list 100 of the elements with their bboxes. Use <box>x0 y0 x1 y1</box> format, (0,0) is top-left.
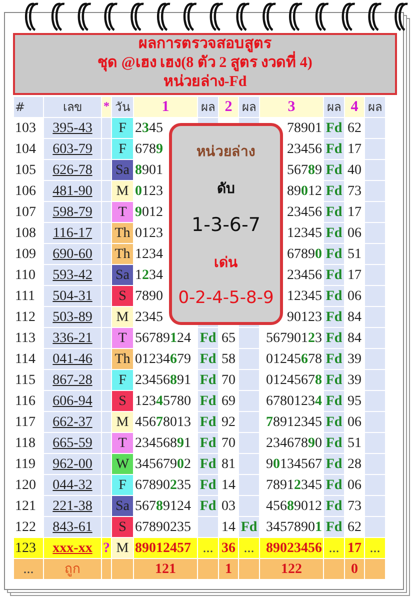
table-cell: F <box>112 370 134 390</box>
table-cell: ... <box>238 538 260 558</box>
table-cell: Fd <box>324 160 344 180</box>
table-cell: 843-61 <box>44 516 102 538</box>
table-cell: 593-42 <box>44 264 102 286</box>
table-cell: Fd <box>198 348 218 370</box>
table-cell: Fd <box>198 496 218 516</box>
table-cell: 221-38 <box>44 496 102 516</box>
column-header: 2 <box>218 96 238 118</box>
table-cell: Fd <box>324 306 344 328</box>
table-cell: Fd <box>238 516 260 538</box>
table-cell: Fd <box>198 432 218 454</box>
table-cell: M <box>112 180 134 202</box>
table-cell: W <box>112 454 134 474</box>
table-cell: Fd <box>324 264 344 286</box>
table-cell: M <box>112 412 134 432</box>
table-cell: Fd <box>324 390 344 412</box>
table-cell: 503-89 <box>44 306 102 328</box>
column-header: ผล <box>238 96 260 118</box>
table-cell: xxx-xx <box>44 538 102 558</box>
table-cell: 041-46 <box>44 348 102 370</box>
table-cell: Fd <box>324 516 344 538</box>
table-cell: 395-43 <box>44 118 102 138</box>
title-text: ผลการตรวจสอบสูตร <box>138 35 272 52</box>
table-cell: Fd <box>324 496 344 516</box>
table-cell: Fd <box>198 474 218 496</box>
table-cell: M <box>112 538 134 558</box>
table-cell: Fd <box>198 390 218 412</box>
table-cell: Fd <box>324 118 344 138</box>
popup-label: ดับ <box>217 180 235 199</box>
table-cell: 1 <box>218 558 238 580</box>
table-cell: 121 <box>134 558 198 580</box>
table-cell: 626-78 <box>44 160 102 180</box>
table-cell: ... <box>198 538 218 558</box>
table-cell: 504-31 <box>44 286 102 306</box>
table-cell: Fd <box>324 180 344 202</box>
table-cell: 662-37 <box>44 412 102 432</box>
table-cell: F <box>112 118 134 138</box>
table-cell: 481-90 <box>44 180 102 202</box>
table-cell: 116-17 <box>44 222 102 244</box>
column-header: ผล <box>198 96 218 118</box>
table-cell: 603-79 <box>44 138 102 160</box>
table-cell: 89012457 <box>134 538 198 558</box>
table-cell: Fd <box>198 328 218 348</box>
table-cell: Fd <box>324 412 344 432</box>
table-cell: S <box>112 390 134 412</box>
table-cell: 89023456 <box>260 538 324 558</box>
table-cell: F <box>112 474 134 496</box>
table-cell: Fd <box>324 454 344 474</box>
table-cell: Fd <box>324 474 344 496</box>
table-cell: Fd <box>198 412 218 432</box>
table-cell: S <box>112 286 134 306</box>
table-cell: Sa <box>112 496 134 516</box>
table-cell: 122 <box>260 558 324 580</box>
table-cell: M <box>112 306 134 328</box>
table-cell: 690-60 <box>44 244 102 264</box>
column-header: วัน <box>112 96 134 118</box>
table-cell: S <box>112 516 134 538</box>
table-cell: T <box>112 432 134 454</box>
table-cell: 36 <box>218 538 238 558</box>
table-cell: Fd <box>324 138 344 160</box>
table-cell: ถูก <box>44 558 102 580</box>
table-cell: T <box>112 328 134 348</box>
table-cell: 336-21 <box>44 328 102 348</box>
title-text: หน่วยล่าง-Fd <box>162 73 248 92</box>
table-cell: Fd <box>198 370 218 390</box>
table-cell: ... <box>324 538 344 558</box>
table-cell: Fd <box>324 370 344 390</box>
table-cell: Fd <box>324 202 344 222</box>
table-cell: Sa <box>112 264 134 286</box>
column-header: ผล <box>364 96 386 118</box>
column-header: 4 <box>344 96 364 118</box>
table-cell: Th <box>112 244 134 264</box>
table-cell: Fd <box>324 432 344 454</box>
column-header: # <box>14 96 44 118</box>
table-cell: Fd <box>198 454 218 474</box>
table-cell: T <box>112 202 134 222</box>
table-cell: 123 <box>14 538 44 558</box>
table-cell: 17 <box>344 538 364 558</box>
table-cell: ... <box>364 538 386 558</box>
table-cell: 867-28 <box>44 370 102 390</box>
table-cell: 0 <box>344 558 364 580</box>
column-header: * <box>102 96 112 118</box>
table-cell: Th <box>112 348 134 370</box>
table-cell: ... <box>14 558 44 580</box>
column-header: ผล <box>324 96 344 118</box>
table-cell: Sa <box>112 160 134 180</box>
table-cell: 044-32 <box>44 474 102 496</box>
table-cell: Th <box>112 222 134 244</box>
table-cell: Fd <box>324 286 344 306</box>
table-cell: Fd <box>324 222 344 244</box>
table-cell: 598-79 <box>44 202 102 222</box>
table-cell: Fd <box>324 348 344 370</box>
table-cell: 962-00 <box>44 454 102 474</box>
column-header: เลข <box>44 96 102 118</box>
table-cell: Fd <box>324 244 344 264</box>
column-header: 3 <box>260 96 324 118</box>
table-cell: Fd <box>324 328 344 348</box>
table-cell: 606-94 <box>44 390 102 412</box>
popup-title: หน่วยล่าง <box>196 142 256 162</box>
